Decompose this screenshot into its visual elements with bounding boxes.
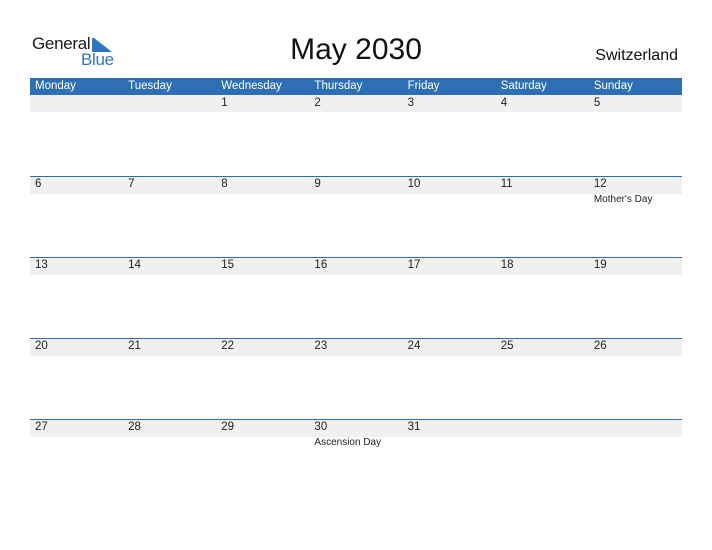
week-cells: 20 21 22 23 24 25 26 [30, 338, 682, 398]
week-cells: 13 14 15 16 17 18 19 [30, 257, 682, 317]
day-number: 8 [221, 178, 228, 190]
day-cell: 29 [216, 419, 309, 479]
day-cell: 21 [123, 338, 216, 398]
day-cell [30, 95, 123, 155]
day-number: 13 [35, 259, 48, 271]
calendar-week-row: 6 7 8 9 10 11 12 Mother's Day [30, 176, 682, 256]
day-number: 14 [128, 259, 141, 271]
day-cell: 22 [216, 338, 309, 398]
day-cell: 6 [30, 176, 123, 236]
day-number: 21 [128, 340, 141, 352]
calendar-week-row: 20 21 22 23 24 25 26 [30, 338, 682, 418]
weekday-thursday: Thursday [314, 80, 363, 92]
day-cell: 19 [589, 257, 682, 317]
weekday-wednesday: Wednesday [221, 80, 282, 92]
day-number: 25 [500, 340, 514, 352]
holiday-label: Mother's Day [593, 194, 653, 205]
day-cell: 16 [309, 257, 402, 317]
day-number: 16 [314, 259, 328, 271]
week-cells: 27 28 29 30 Ascension Day 31 [30, 419, 682, 479]
calendar-week-row: 27 28 29 30 Ascension Day 31 [30, 419, 682, 499]
day-number: 10 [407, 178, 421, 190]
day-cell: 31 [403, 419, 496, 479]
day-number: 31 [407, 421, 421, 433]
day-cell: 30 Ascension Day [309, 419, 402, 479]
day-cell: 11 [496, 176, 589, 236]
weekday-header: Monday Tuesday Wednesday Thursday Friday… [30, 78, 682, 95]
day-cell: 18 [496, 257, 589, 317]
day-number: 17 [407, 259, 421, 271]
day-cell: 10 [403, 176, 496, 236]
day-number: 12 [593, 178, 607, 190]
weekday-saturday: Saturday [500, 80, 547, 92]
day-cell: 2 [309, 95, 402, 155]
day-number: 7 [128, 178, 135, 190]
day-number: 18 [500, 259, 514, 271]
day-cell: 17 [403, 257, 496, 317]
day-number: 26 [593, 340, 607, 352]
day-number: 2 [314, 97, 321, 109]
week-cells: 1 2 3 4 5 [30, 95, 682, 155]
day-number: 19 [593, 259, 607, 271]
week-cells: 6 7 8 9 10 11 12 Mother's Day [30, 176, 682, 236]
weekday-monday: Monday [35, 80, 76, 92]
day-number: 1 [221, 97, 228, 109]
day-cell: 14 [123, 257, 216, 317]
day-cell: 4 [496, 95, 589, 155]
day-cell: 1 [216, 95, 309, 155]
day-cell: 15 [216, 257, 309, 317]
day-number: 24 [407, 340, 421, 352]
day-number: 27 [35, 421, 48, 433]
day-number: 29 [221, 421, 235, 433]
day-cell: 27 [30, 419, 123, 479]
day-number: 9 [314, 178, 321, 190]
weekday-friday: Friday [407, 80, 440, 92]
day-cell: 7 [123, 176, 216, 236]
day-number: 6 [35, 178, 42, 190]
weekday-sunday: Sunday [593, 80, 633, 92]
day-number: 30 [314, 421, 328, 433]
day-number: 3 [407, 97, 414, 109]
holiday-label: Ascension Day [314, 437, 382, 448]
day-cell: 26 [589, 338, 682, 398]
day-number: 22 [221, 340, 235, 352]
day-cell: 13 [30, 257, 123, 317]
day-number: 15 [221, 259, 235, 271]
day-cell: 9 [309, 176, 402, 236]
day-cell: 28 [123, 419, 216, 479]
day-number: 4 [500, 97, 508, 109]
day-number: 5 [593, 97, 601, 109]
day-cell: 3 [403, 95, 496, 155]
day-cell: 25 [496, 338, 589, 398]
day-number: 28 [128, 421, 141, 433]
day-cell [496, 419, 589, 479]
day-cell: 8 [216, 176, 309, 236]
day-cell [589, 419, 682, 479]
day-cell [123, 95, 216, 155]
day-number: 23 [314, 340, 328, 352]
calendar-week-row: 13 14 15 16 17 18 19 [30, 257, 682, 337]
day-number: 20 [35, 340, 48, 352]
day-cell: 24 [403, 338, 496, 398]
weekday-tuesday: Tuesday [128, 80, 172, 92]
calendar-week-row: 1 2 3 4 5 [30, 95, 682, 175]
day-cell: 5 [589, 95, 682, 155]
day-cell: 20 [30, 338, 123, 398]
country-label: Switzerland [595, 47, 678, 64]
day-number: 11 [500, 178, 513, 190]
day-cell: 12 Mother's Day [589, 176, 682, 236]
day-cell: 23 [309, 338, 402, 398]
